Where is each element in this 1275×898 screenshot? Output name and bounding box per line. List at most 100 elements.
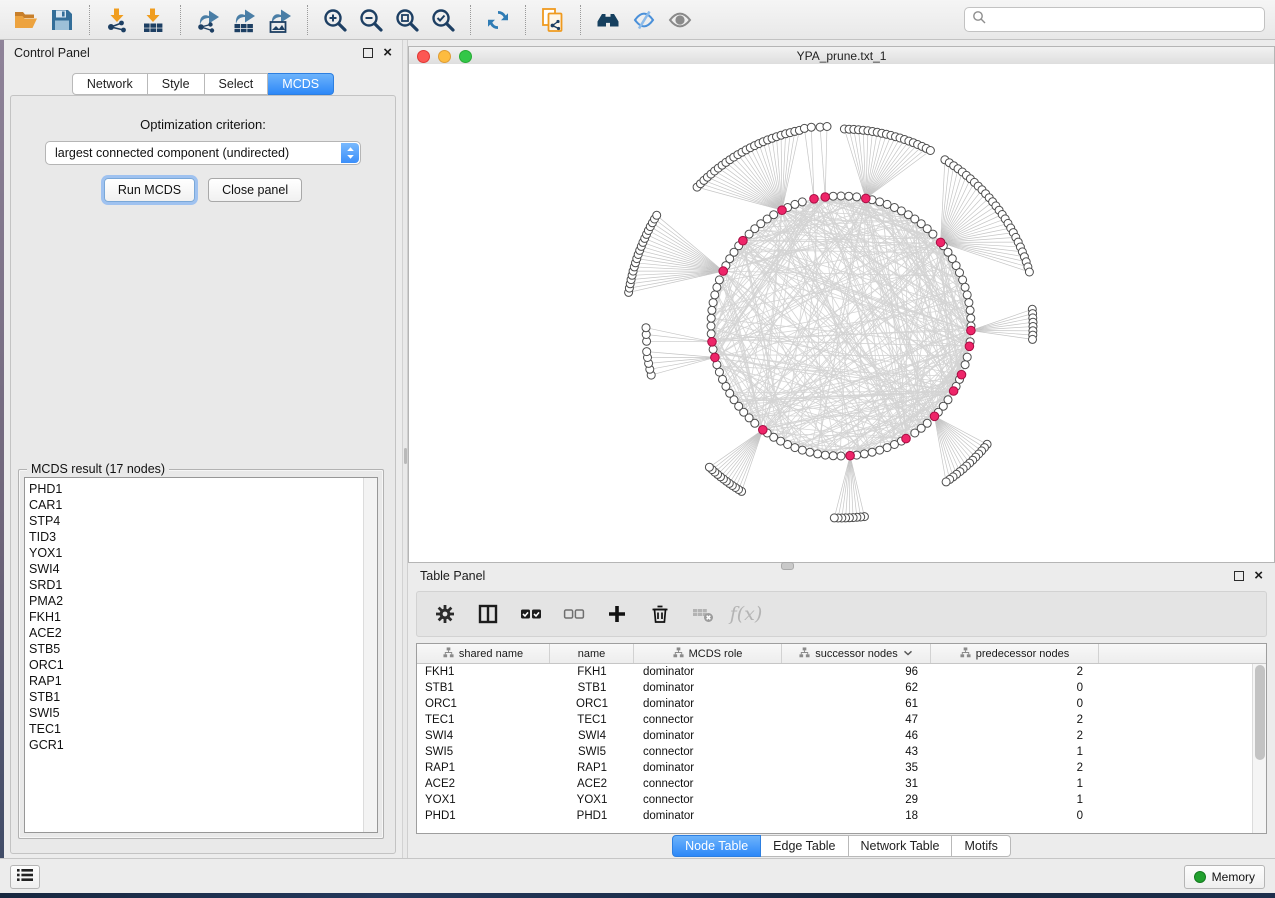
mcds-result-item[interactable]: CAR1 bbox=[29, 497, 377, 513]
open-file-icon[interactable] bbox=[8, 4, 44, 36]
export-table-icon[interactable] bbox=[226, 4, 262, 36]
table-row[interactable]: TEC1TEC1connector472 bbox=[417, 712, 1266, 728]
column-header-shared-name[interactable]: shared name bbox=[417, 644, 550, 663]
table-cell[interactable]: RAP1 bbox=[417, 762, 550, 774]
table-cell[interactable]: YOX1 bbox=[550, 794, 634, 806]
table-cell[interactable]: 18 bbox=[782, 810, 931, 822]
table-cell[interactable]: RAP1 bbox=[550, 762, 634, 774]
table-cell[interactable]: dominator bbox=[634, 682, 782, 694]
table-cell[interactable]: 47 bbox=[782, 714, 931, 726]
memory-button[interactable]: Memory bbox=[1184, 865, 1265, 889]
network-graph[interactable] bbox=[409, 64, 1274, 562]
table-cell[interactable]: 1 bbox=[931, 794, 1099, 806]
splitter-handle[interactable] bbox=[404, 448, 407, 464]
column-header-name[interactable]: name bbox=[550, 644, 634, 663]
mcds-result-item[interactable]: PMA2 bbox=[29, 593, 377, 609]
table-cell[interactable]: ORC1 bbox=[550, 698, 634, 710]
tab-network-table[interactable]: Network Table bbox=[849, 835, 953, 857]
graph-leaf-nodes[interactable] bbox=[625, 123, 1037, 523]
import-network-icon[interactable] bbox=[99, 4, 135, 36]
close-panel-icon[interactable]: × bbox=[383, 48, 392, 58]
table-cell[interactable]: dominator bbox=[634, 810, 782, 822]
table-row[interactable]: ORC1ORC1dominator610 bbox=[417, 696, 1266, 712]
mcds-result-item[interactable]: ORC1 bbox=[29, 657, 377, 673]
table-cell[interactable]: connector bbox=[634, 714, 782, 726]
mcds-result-item[interactable]: TID3 bbox=[29, 529, 377, 545]
mcds-result-list[interactable]: PHD1CAR1STP4TID3YOX1SWI4SRD1PMA2FKH1ACE2… bbox=[24, 477, 378, 833]
table-cell[interactable]: STB1 bbox=[417, 682, 550, 694]
zoom-fit-icon[interactable] bbox=[389, 4, 425, 36]
mcds-result-item[interactable]: STP4 bbox=[29, 513, 377, 529]
import-table-icon[interactable] bbox=[135, 4, 171, 36]
column-header-MCDS-role[interactable]: MCDS role bbox=[634, 644, 782, 663]
table-cell[interactable]: ACE2 bbox=[550, 778, 634, 790]
tab-mcds[interactable]: MCDS bbox=[268, 73, 334, 95]
table-cell[interactable]: PHD1 bbox=[550, 810, 634, 822]
table-cell[interactable]: dominator bbox=[634, 698, 782, 710]
table-cell[interactable]: 2 bbox=[931, 730, 1099, 742]
mcds-result-item[interactable]: ACE2 bbox=[29, 625, 377, 641]
optimization-criterion-select[interactable]: largest connected component (undirected) bbox=[45, 141, 361, 165]
network-canvas[interactable] bbox=[409, 64, 1274, 562]
table-cell[interactable]: ACE2 bbox=[417, 778, 550, 790]
table-cell[interactable]: 35 bbox=[782, 762, 931, 774]
tab-node-table[interactable]: Node Table bbox=[672, 835, 761, 857]
table-cell[interactable]: dominator bbox=[634, 730, 782, 742]
table-cell[interactable]: TEC1 bbox=[550, 714, 634, 726]
window-maximize-icon[interactable] bbox=[459, 50, 472, 63]
task-history-button[interactable] bbox=[10, 865, 40, 889]
table-row[interactable]: PHD1PHD1dominator180 bbox=[417, 808, 1266, 824]
table-scrollbar-thumb[interactable] bbox=[1255, 665, 1265, 760]
table-cell[interactable]: 0 bbox=[931, 810, 1099, 822]
table-cell[interactable]: dominator bbox=[634, 666, 782, 678]
table-cell[interactable]: FKH1 bbox=[417, 666, 550, 678]
mcds-result-item[interactable]: FKH1 bbox=[29, 609, 377, 625]
table-row[interactable]: ACE2ACE2connector311 bbox=[417, 776, 1266, 792]
table-cell[interactable]: YOX1 bbox=[417, 794, 550, 806]
mcds-result-item[interactable]: YOX1 bbox=[29, 545, 377, 561]
mcds-result-item[interactable]: RAP1 bbox=[29, 673, 377, 689]
mcds-result-item[interactable]: PHD1 bbox=[29, 481, 377, 497]
table-cell[interactable]: 2 bbox=[931, 666, 1099, 678]
hide-details-icon[interactable] bbox=[626, 4, 662, 36]
columns-icon[interactable] bbox=[476, 602, 500, 626]
table-cell[interactable]: SWI4 bbox=[550, 730, 634, 742]
mcds-result-item[interactable]: SWI5 bbox=[29, 705, 377, 721]
table-cell[interactable]: connector bbox=[634, 778, 782, 790]
table-cell[interactable]: 29 bbox=[782, 794, 931, 806]
search-input[interactable] bbox=[991, 12, 1264, 28]
window-minimize-icon[interactable] bbox=[438, 50, 451, 63]
zoom-out-icon[interactable] bbox=[353, 4, 389, 36]
table-cell[interactable]: connector bbox=[634, 794, 782, 806]
refresh-icon[interactable] bbox=[480, 4, 516, 36]
table-cell[interactable]: 96 bbox=[782, 666, 931, 678]
table-cell[interactable]: 31 bbox=[782, 778, 931, 790]
table-cell[interactable]: 43 bbox=[782, 746, 931, 758]
table-cell[interactable]: 1 bbox=[931, 778, 1099, 790]
table-cell[interactable]: FKH1 bbox=[550, 666, 634, 678]
tab-style[interactable]: Style bbox=[148, 73, 205, 95]
run-mcds-button[interactable]: Run MCDS bbox=[104, 178, 195, 202]
table-row[interactable]: FKH1FKH1dominator962 bbox=[417, 664, 1266, 680]
table-cell[interactable]: 2 bbox=[931, 714, 1099, 726]
add-icon[interactable] bbox=[605, 602, 629, 626]
table-row[interactable]: STB1STB1dominator620 bbox=[417, 680, 1266, 696]
table-cell[interactable]: TEC1 bbox=[417, 714, 550, 726]
tab-network[interactable]: Network bbox=[72, 73, 148, 95]
tab-motifs[interactable]: Motifs bbox=[952, 835, 1010, 857]
float-table-panel-icon[interactable] bbox=[1234, 571, 1244, 581]
mcds-result-item[interactable]: GCR1 bbox=[29, 737, 377, 753]
network-window-titlebar[interactable]: YPA_prune.txt_1 bbox=[409, 47, 1274, 65]
table-cell[interactable]: 1 bbox=[931, 746, 1099, 758]
table-cell[interactable]: connector bbox=[634, 746, 782, 758]
mcds-result-item[interactable]: TEC1 bbox=[29, 721, 377, 737]
mcds-result-item[interactable]: STB5 bbox=[29, 641, 377, 657]
mcds-list-scrollbar[interactable] bbox=[363, 478, 377, 832]
export-network-icon[interactable] bbox=[190, 4, 226, 36]
table-cell[interactable]: SWI4 bbox=[417, 730, 550, 742]
zoom-in-icon[interactable] bbox=[317, 4, 353, 36]
node-table[interactable]: shared namenameMCDS rolesuccessor nodesp… bbox=[416, 643, 1267, 834]
window-close-icon[interactable] bbox=[417, 50, 430, 63]
table-cell[interactable]: 46 bbox=[782, 730, 931, 742]
table-row[interactable]: SWI4SWI4dominator462 bbox=[417, 728, 1266, 744]
